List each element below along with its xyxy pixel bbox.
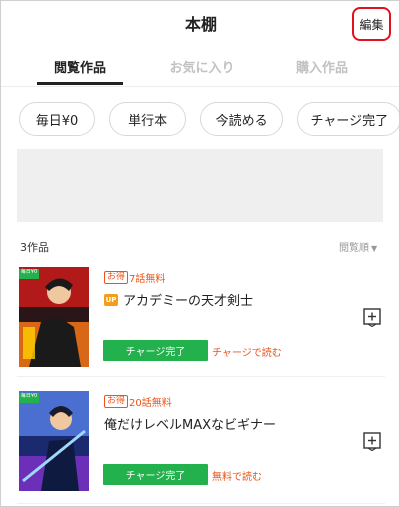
free-episodes-label: 7話無料 bbox=[129, 274, 166, 285]
divider bbox=[17, 376, 385, 377]
sort-label: 閲覧順 bbox=[339, 243, 369, 254]
page-title: 本棚 bbox=[184, 15, 217, 34]
cover-image bbox=[19, 391, 89, 491]
book-cover[interactable]: 毎日¥0 bbox=[19, 267, 89, 367]
sort-dropdown[interactable]: 閲覧順 ▼ bbox=[339, 239, 377, 254]
book-title[interactable]: アカデミーの天才剣士 bbox=[123, 290, 253, 309]
add-to-bookshelf-icon[interactable] bbox=[362, 307, 382, 327]
book-title[interactable]: 俺だけレベルMAXなビギナー bbox=[104, 414, 276, 433]
cover-image bbox=[19, 267, 89, 367]
book-item[interactable]: 毎日¥0 お得 7話無料 UP アカデミーの天才剣士 チャージ完了 チャージで読… bbox=[1, 267, 399, 383]
filter-chip-readable-now[interactable]: 今読める bbox=[200, 102, 284, 136]
filter-chip-daily-free[interactable]: 毎日¥0 bbox=[19, 102, 95, 136]
charge-complete-button[interactable]: チャージ完了 bbox=[103, 464, 208, 485]
divider bbox=[17, 503, 385, 504]
filter-chip-volume[interactable]: 単行本 bbox=[109, 102, 187, 136]
deal-tag: お得 bbox=[104, 271, 129, 284]
book-cover[interactable]: 毎日¥0 bbox=[19, 391, 89, 491]
app-frame: 本棚 編集 閲覧作品 お気に入り 購入作品 毎日¥0 単行本 今読める チャージ… bbox=[0, 0, 400, 507]
read-with-charge-link[interactable]: チャージで読む bbox=[212, 344, 282, 359]
header: 本棚 編集 bbox=[1, 1, 399, 45]
deal-tag: お得 bbox=[104, 395, 129, 408]
active-tab-indicator bbox=[37, 82, 123, 85]
free-episodes-label: 20話無料 bbox=[129, 398, 172, 409]
update-badge: UP bbox=[104, 294, 118, 306]
chevron-down-icon: ▼ bbox=[371, 244, 378, 253]
work-count: 3作品 bbox=[20, 241, 49, 254]
tab-favorites[interactable]: お気に入り bbox=[157, 57, 247, 76]
tab-viewed[interactable]: 閲覧作品 bbox=[37, 57, 123, 76]
read-free-link[interactable]: 無料で読む bbox=[212, 468, 262, 483]
charge-complete-button[interactable]: チャージ完了 bbox=[103, 340, 208, 361]
cover-badge: 毎日¥0 bbox=[20, 393, 38, 399]
cover-badge: 毎日¥0 bbox=[20, 269, 38, 275]
banner-placeholder[interactable] bbox=[17, 149, 383, 222]
add-to-bookshelf-icon[interactable] bbox=[362, 431, 382, 451]
filter-chip-charge-complete[interactable]: チャージ完了 bbox=[297, 102, 399, 136]
tab-purchased[interactable]: 購入作品 bbox=[279, 57, 365, 76]
book-item[interactable]: 毎日¥0 お得 20話無料 俺だけレベルMAXなビギナー チャージ完了 無料で読… bbox=[1, 391, 399, 506]
filter-chips: 毎日¥0 単行本 今読める チャージ完了 ー bbox=[19, 102, 399, 138]
edit-button[interactable]: 編集 bbox=[352, 7, 391, 41]
